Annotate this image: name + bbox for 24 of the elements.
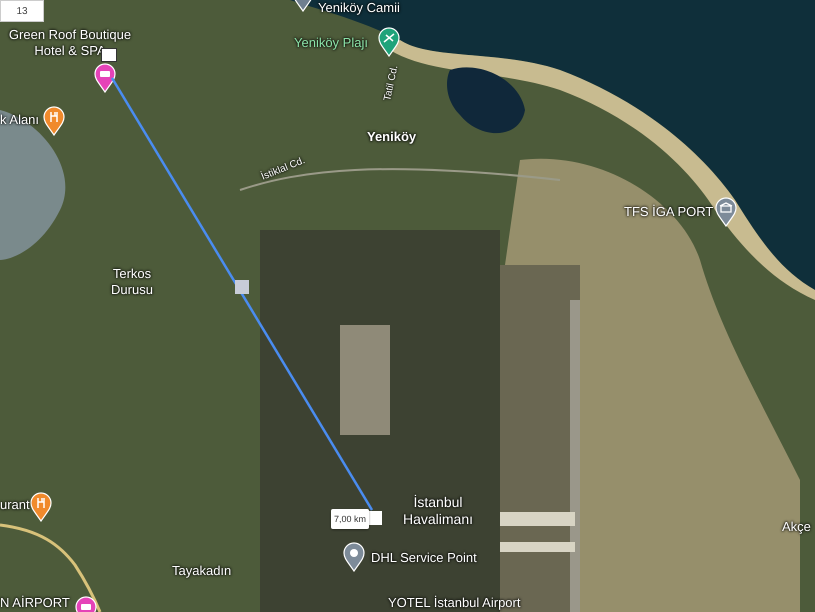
place-label[interactable]: DHL Service Point (371, 550, 477, 566)
street-label: Tatil Cd. (382, 64, 402, 102)
end-point-handle[interactable] (368, 511, 382, 525)
service-pin-icon[interactable] (343, 542, 365, 572)
place-label[interactable]: Yeniköy Camii (318, 0, 400, 16)
place-label[interactable]: k Alanı (0, 112, 40, 128)
place-label[interactable]: Yeniköy Plajı (294, 35, 368, 51)
hotel-pin-icon[interactable] (94, 63, 116, 93)
area-label: İstanbul Havalimanı (402, 494, 474, 528)
area-label: Akçe (782, 519, 811, 535)
restaurant-pin-icon[interactable] (30, 492, 52, 522)
area-label: Terkos Durusu (110, 266, 154, 298)
zoom-level-indicator: 13 (0, 0, 44, 22)
midpoint-handle[interactable] (235, 280, 249, 294)
beach-pin-icon[interactable] (378, 27, 400, 57)
distance-label: 7,00 km (331, 509, 369, 529)
area-label: YOTEL İstanbul Airport (388, 595, 520, 611)
place-label[interactable]: N AİRPORT (0, 595, 70, 611)
area-label: Yeniköy (367, 129, 416, 145)
street-label: İstiklal Cd. (260, 155, 308, 184)
place-label[interactable]: urant (0, 497, 30, 513)
area-label: Tayakadın (172, 563, 232, 579)
port-pin-icon[interactable] (715, 197, 737, 227)
restaurant-pin-icon[interactable] (43, 106, 65, 136)
